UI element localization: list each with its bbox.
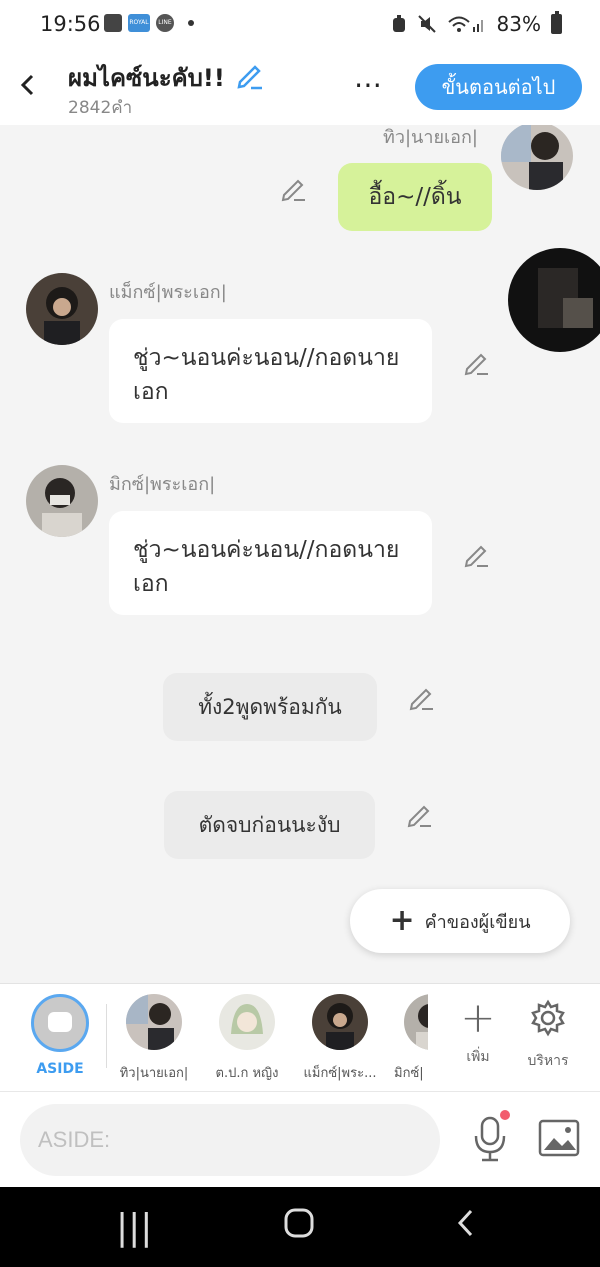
speaker-name: ทิว|นายเอก|	[383, 127, 478, 148]
character-item[interactable]: มิกซ์|	[390, 994, 428, 1083]
home-icon	[284, 1208, 314, 1238]
voice-input-button[interactable]	[470, 1114, 510, 1164]
more-notifications-dot-icon	[188, 20, 194, 26]
pencil-icon	[407, 805, 431, 828]
manage-button[interactable]: บริหาร	[518, 996, 578, 1072]
system-navigation-bar: |||	[0, 1187, 600, 1267]
floating-character-avatar[interactable]	[508, 248, 600, 352]
mute-icon	[417, 15, 436, 33]
wifi-signal-icon	[447, 16, 483, 32]
pencil-icon	[237, 65, 262, 90]
edit-message-button[interactable]	[408, 684, 436, 712]
add-character-button[interactable]: + เพิ่ม	[448, 996, 508, 1068]
plus-icon: +	[389, 903, 415, 938]
next-step-button[interactable]: ขั้นตอนต่อไป	[415, 64, 582, 110]
notification-icons: ROYAL TOON LINE	[104, 14, 194, 44]
character-selector-bar: ASIDE ทิว|นายเอก| ต.ป.ก หญิง แม็กซ์|พระ.…	[0, 983, 600, 1091]
battery-icon	[551, 11, 562, 34]
speaker-name: มิกซ์|พระเอก|	[109, 474, 216, 495]
avatar	[219, 994, 275, 1050]
pencil-icon	[281, 179, 305, 202]
back-arrow-icon	[20, 74, 34, 96]
character-item[interactable]: ต.ป.ก หญิง	[204, 994, 290, 1083]
aside-bubble[interactable]: ตัดจบก่อนนะงับ	[164, 791, 375, 859]
speaker-name: แม็กซ์|พระเอก|	[109, 282, 227, 303]
aside-bubble[interactable]: ทั้ง2พูดพร้อมกัน	[163, 673, 377, 741]
status-time: 19:56	[40, 12, 101, 36]
pencil-icon	[409, 688, 433, 711]
microphone-icon	[474, 1116, 506, 1162]
chat-area[interactable]: ทิว|นายเอก| อื้อ~//ดิ้น แม็กซ์|พระเอก| ช…	[0, 125, 600, 983]
character-label: ทิว|นายเอก|	[119, 1066, 189, 1081]
author-note-button[interactable]: + คำของผู้เขียน	[350, 889, 570, 953]
royaltoon-notification-icon: ROYAL TOON	[128, 14, 150, 44]
status-right: 83%	[391, 11, 562, 36]
character-label: ต.ป.ก หญิง	[215, 1066, 279, 1081]
character-item[interactable]: ทิว|นายเอก|	[111, 994, 197, 1083]
image-icon	[538, 1119, 580, 1157]
author-note-label: คำของผู้เขียน	[424, 911, 531, 933]
character-label: มิกซ์|	[394, 1066, 424, 1081]
aside-chat-icon	[31, 994, 89, 1052]
back-button[interactable]	[14, 68, 44, 102]
avatar[interactable]	[501, 125, 573, 190]
character-item[interactable]: แม็กซ์|พระ...	[297, 994, 383, 1083]
message-bubble[interactable]: ชู่ว~นอนค่ะนอน//กอดนายเอก	[109, 511, 432, 615]
recording-indicator-dot	[500, 1110, 510, 1120]
insert-image-button[interactable]	[538, 1118, 580, 1158]
manage-label: บริหาร	[527, 1053, 569, 1069]
app-header: ผมไคซ์นะคับ!! 2842คำ ⋯ ขั้นตอนต่อไป	[0, 50, 600, 125]
home-button[interactable]	[283, 1207, 315, 1248]
aside-label: ASIDE	[36, 1061, 84, 1077]
system-back-button[interactable]	[455, 1207, 477, 1248]
pencil-icon	[464, 545, 488, 568]
avatar	[126, 994, 182, 1050]
avatar[interactable]	[26, 273, 98, 345]
edit-message-button[interactable]	[406, 801, 434, 829]
page-title: ผมไคซ์นะคับ!!	[68, 64, 225, 92]
word-count: 2842คำ	[68, 98, 133, 118]
edit-title-button[interactable]	[235, 60, 265, 90]
battery-percent: 83%	[496, 12, 541, 36]
edit-message-button[interactable]	[280, 175, 308, 203]
line-notification-icon: LINE	[156, 14, 174, 32]
more-options-button[interactable]: ⋯	[354, 68, 384, 101]
edit-message-button[interactable]	[463, 541, 491, 569]
add-label: เพิ่ม	[466, 1049, 490, 1065]
status-bar: 19:56 ROYAL TOON LINE 83%	[0, 0, 600, 50]
recent-apps-button[interactable]: |||	[116, 1207, 152, 1248]
avatar[interactable]	[26, 465, 98, 537]
gallery-notification-icon	[104, 14, 122, 32]
avatar	[404, 994, 428, 1050]
message-bubble[interactable]: อื้อ~//ดิ้น	[338, 163, 492, 231]
character-label: แม็กซ์|พระ...	[303, 1066, 377, 1081]
avatar	[312, 994, 368, 1050]
message-input[interactable]	[20, 1104, 440, 1176]
pencil-icon	[464, 353, 488, 376]
edit-message-button[interactable]	[463, 349, 491, 377]
message-bubble[interactable]: ชู่ว~นอนค่ะนอน//กอดนายเอก	[109, 319, 432, 423]
plus-icon: +	[460, 993, 496, 1042]
composer	[0, 1091, 600, 1187]
divider	[106, 1004, 107, 1068]
aside-selector[interactable]: ASIDE	[17, 994, 103, 1077]
back-chevron-icon	[457, 1209, 473, 1237]
gear-icon	[531, 999, 565, 1037]
alarm-icon	[392, 15, 405, 32]
